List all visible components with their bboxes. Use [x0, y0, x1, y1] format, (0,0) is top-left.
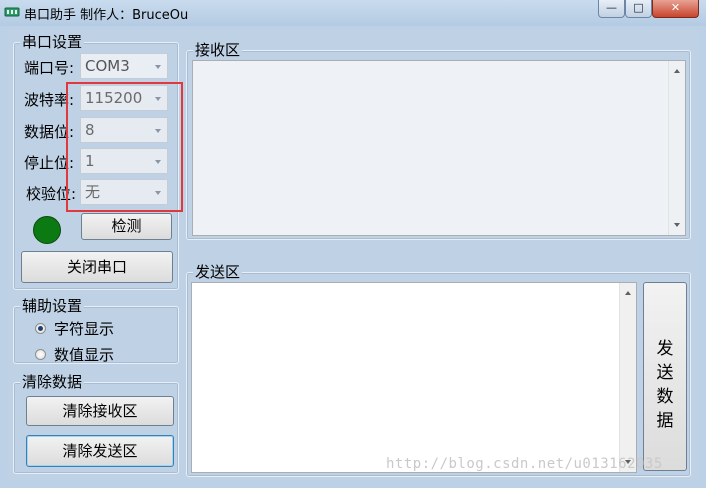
receive-legend: 接收区 — [193, 41, 243, 59]
watermark: http://blog.csdn.net/u013162035 — [386, 456, 663, 472]
send-char-2: 送 — [656, 363, 674, 383]
close-button[interactable]: ✕ — [652, 0, 699, 18]
send-textarea[interactable] — [191, 282, 637, 473]
receive-scrollbar[interactable] — [668, 61, 685, 235]
window-title: 串口助手 制作人：BruceOu — [24, 8, 189, 23]
port-select-value: COM3 — [85, 57, 130, 75]
radio-char-display[interactable] — [35, 323, 46, 334]
send-char-3: 数 — [656, 387, 674, 407]
status-led — [33, 216, 61, 244]
radio-num-label[interactable]: 数值显示 — [54, 344, 114, 365]
port-select[interactable]: COM3 — [80, 53, 168, 79]
send-legend: 发送区 — [193, 263, 243, 281]
detect-button[interactable]: 检测 — [81, 213, 172, 240]
clear-data-legend: 清除数据 — [20, 373, 85, 391]
send-data-label: 发 送 数 据 — [644, 337, 686, 433]
send-scrollbar[interactable] — [619, 283, 636, 472]
highlight-box — [66, 82, 183, 212]
send-char-4: 据 — [656, 411, 674, 431]
send-data-button[interactable]: 发 送 数 据 — [643, 282, 687, 471]
scroll-down-icon[interactable] — [674, 223, 680, 227]
client-area: 串口设置 端口号: COM3 波特率: 115200 数据位: 8 停止位: 1… — [8, 30, 698, 480]
radio-num-display[interactable] — [35, 349, 46, 360]
maximize-button[interactable]: □ — [625, 0, 652, 18]
serial-settings-legend: 串口设置 — [20, 33, 85, 51]
assist-settings-legend: 辅助设置 — [20, 297, 85, 315]
scroll-up-icon[interactable] — [625, 291, 631, 295]
scroll-up-icon[interactable] — [674, 69, 680, 73]
receive-textarea[interactable] — [192, 60, 686, 236]
app-window: 串口助手 制作人：BruceOu — □ ✕ 串口设置 端口号: COM3 波特… — [0, 0, 706, 488]
close-port-button[interactable]: 关闭串口 — [21, 251, 173, 283]
app-icon — [4, 7, 20, 17]
clear-receive-button[interactable]: 清除接收区 — [26, 396, 174, 426]
radio-char-label[interactable]: 字符显示 — [54, 318, 114, 339]
send-char-1: 发 — [656, 339, 674, 359]
clear-send-button[interactable]: 清除发送区 — [26, 435, 174, 467]
chevron-down-icon — [155, 65, 161, 69]
title-bar: 串口助手 制作人：BruceOu — □ ✕ — [0, 0, 706, 26]
port-label: 端口号: — [24, 59, 75, 77]
minimize-button[interactable]: — — [598, 0, 625, 18]
